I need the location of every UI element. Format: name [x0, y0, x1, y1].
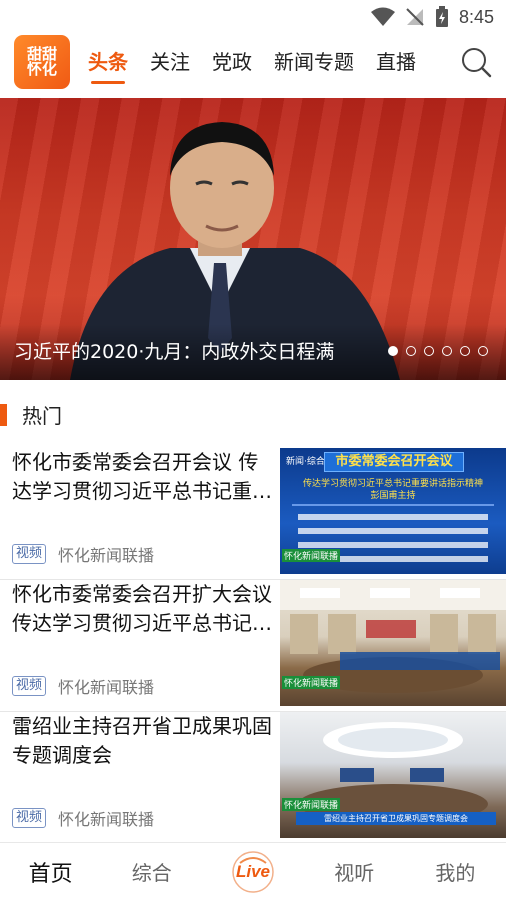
thumb-host: 彭国甫主持 — [370, 491, 416, 501]
carousel-indicators — [388, 346, 488, 356]
tab-headlines[interactable]: 头条 — [88, 46, 128, 84]
channel-tabs: 头条 关注 党政 新闻专题 直播 — [88, 46, 416, 84]
thumb-heading: 市委常委会召开会议 — [324, 452, 464, 472]
carousel-dot[interactable] — [460, 346, 470, 356]
carousel-dot[interactable] — [442, 346, 452, 356]
news-item[interactable]: 怀化市委常委会召开会议 传达学习贯彻习近平总书记重要讲话指示精神 视频 怀化新闻… — [0, 448, 506, 580]
news-thumbnail: 雷绍业主持召开省卫成果巩固专题调度会 怀化新闻联播 — [280, 712, 506, 838]
section-title: 热门 — [22, 404, 62, 428]
news-meta: 视频 怀化新闻联播 — [12, 542, 154, 566]
carousel-dot[interactable] — [406, 346, 416, 356]
news-title: 怀化市委常委会召开扩大会议 传达学习贯彻习近平总书记重要讲话精神 — [12, 582, 272, 635]
thumb-caption: 雷绍业主持召开省卫成果巩固专题调度会 — [296, 812, 496, 825]
news-meta: 视频 怀化新闻联播 — [12, 806, 154, 830]
nav-mine[interactable]: 我的 — [405, 843, 506, 900]
news-title: 雷绍业主持召开省卫成果巩固专题调度会 — [12, 714, 272, 767]
video-badge: 视频 — [12, 676, 47, 696]
thumb-text-line — [298, 528, 488, 534]
news-source: 怀化新闻联播 — [58, 546, 155, 565]
battery-charging-icon — [435, 6, 448, 27]
live-label: Live — [235, 861, 271, 881]
news-source: 怀化新闻联播 — [58, 810, 155, 829]
wifi-icon — [370, 7, 395, 26]
video-badge: 视频 — [12, 544, 47, 564]
headline-banner[interactable]: 习近平的2020·九月：内政外交日程满 — [0, 98, 506, 380]
status-time: 8:45 — [458, 6, 494, 27]
news-source: 怀化新闻联播 — [58, 678, 155, 697]
thumb-logo: 怀化新闻联播 — [282, 549, 341, 562]
thumb-tag: 新闻·综合 — [286, 457, 325, 467]
tab-news-topics[interactable]: 新闻专题 — [274, 46, 354, 80]
carousel-dot[interactable] — [424, 346, 434, 356]
video-badge: 视频 — [12, 808, 47, 828]
thumb-text-line — [298, 514, 488, 520]
app-header: 甜甜 怀化 头条 关注 党政 新闻专题 直播 — [0, 34, 506, 92]
search-icon[interactable] — [460, 46, 492, 78]
carousel-dot[interactable] — [388, 346, 398, 356]
thumb-text-line — [298, 542, 488, 548]
news-thumbnail: 怀化新闻联播 — [280, 580, 506, 706]
live-icon: Live — [230, 849, 276, 895]
tab-government[interactable]: 党政 — [212, 46, 252, 80]
nav-audio-video[interactable]: 视听 — [304, 843, 405, 900]
news-item[interactable]: 怀化市委常委会召开扩大会议 传达学习贯彻习近平总书记重要讲话精神 视频 怀化新闻… — [0, 580, 506, 712]
nav-home[interactable]: 首页 — [0, 843, 101, 900]
logo-line2: 怀化 — [26, 60, 57, 78]
news-meta: 视频 怀化新闻联播 — [12, 674, 154, 698]
thumb-logo: 怀化新闻联播 — [282, 798, 341, 811]
news-title: 怀化市委常委会召开会议 传达学习贯彻习近平总书记重要讲话指示精神 — [12, 450, 272, 503]
thumb-logo: 怀化新闻联播 — [282, 676, 341, 689]
carousel-dot[interactable] — [478, 346, 488, 356]
bottom-navigation: 首页 综合 Live 视听 我的 — [0, 842, 506, 900]
app-logo[interactable]: 甜甜 怀化 — [14, 35, 70, 89]
no-signal-icon — [406, 8, 424, 26]
nav-comprehensive[interactable]: 综合 — [101, 843, 202, 900]
tab-follow[interactable]: 关注 — [150, 46, 190, 80]
banner-title: 习近平的2020·九月：内政外交日程满 — [14, 341, 335, 363]
news-thumbnail: 新闻·综合 市委常委会召开会议 传达学习贯彻习近平总书记重要讲话指示精神 彭国甫… — [280, 448, 506, 574]
news-item[interactable]: 雷绍业主持召开省卫成果巩固专题调度会 视频 怀化新闻联播 雷绍业主持召开省卫成果… — [0, 712, 506, 844]
tab-live[interactable]: 直播 — [376, 46, 416, 80]
section-accent-bar — [0, 404, 7, 426]
nav-live[interactable]: Live — [202, 843, 303, 900]
status-bar: 8:45 — [0, 0, 506, 34]
thumb-divider — [292, 504, 494, 506]
